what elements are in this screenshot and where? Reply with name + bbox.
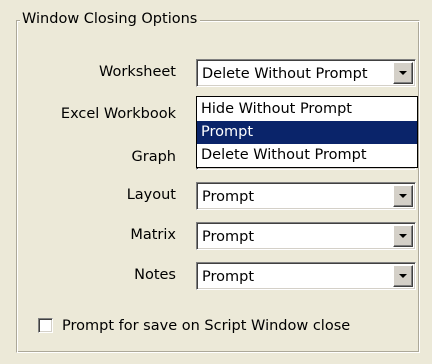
dropdown-option-delete-without-prompt[interactable]: Delete Without Prompt	[197, 144, 417, 167]
notes-combo-value: Prompt	[202, 269, 255, 285]
dropdown-option-hide-without-prompt[interactable]: Hide Without Prompt	[197, 98, 417, 121]
worksheet-dropdown-list: Hide Without Prompt Prompt Delete Withou…	[196, 96, 418, 168]
dropdown-option-prompt[interactable]: Prompt	[197, 121, 417, 144]
group-title: Window Closing Options	[20, 9, 201, 29]
matrix-combo[interactable]: Prompt	[196, 222, 416, 250]
chevron-down-icon	[399, 234, 407, 238]
matrix-dropdown-button[interactable]	[393, 225, 413, 247]
worksheet-combo-value: Delete Without Prompt	[202, 66, 368, 82]
notes-dropdown-button[interactable]	[393, 265, 413, 287]
prompt-save-checkbox-label[interactable]: Prompt for save on Script Window close	[62, 316, 350, 336]
layout-combo-value: Prompt	[202, 189, 255, 205]
worksheet-dropdown-button[interactable]	[393, 62, 413, 84]
layout-label: Layout	[126, 187, 176, 203]
prompt-save-checkbox[interactable]	[38, 318, 53, 333]
worksheet-combo[interactable]: Delete Without Prompt	[196, 59, 416, 87]
excel-workbook-label: Excel Workbook	[60, 106, 176, 122]
notes-label: Notes	[134, 267, 176, 283]
matrix-label: Matrix	[130, 227, 176, 243]
chevron-down-icon	[399, 194, 407, 198]
layout-combo[interactable]: Prompt	[196, 182, 416, 210]
matrix-combo-value: Prompt	[202, 229, 255, 245]
layout-dropdown-button[interactable]	[393, 185, 413, 207]
worksheet-label: Worksheet	[99, 64, 176, 80]
chevron-down-icon	[399, 71, 407, 75]
chevron-down-icon	[399, 274, 407, 278]
graph-label: Graph	[131, 149, 176, 165]
notes-combo[interactable]: Prompt	[196, 262, 416, 290]
